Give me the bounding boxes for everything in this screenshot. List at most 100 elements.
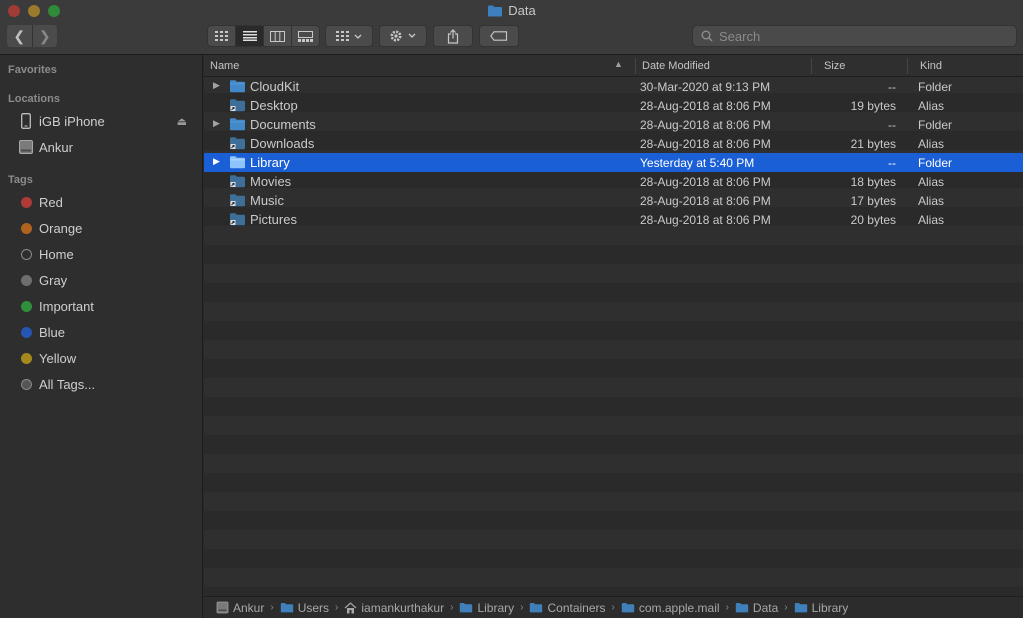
columns-icon [270, 30, 285, 42]
column-divider[interactable] [907, 58, 908, 74]
column-header-name[interactable]: Name [210, 60, 239, 72]
path-crumb[interactable]: iamankurthakur [344, 601, 444, 615]
hard-drive-icon [216, 601, 229, 614]
path-crumb[interactable]: Library [459, 601, 514, 615]
path-crumb[interactable]: Library [794, 600, 849, 615]
share-icon [447, 28, 459, 44]
disclosure-triangle-icon[interactable]: ▶ [213, 80, 220, 91]
sidebar-item-ankur[interactable]: Ankur [17, 137, 197, 157]
search-icon [701, 30, 713, 42]
column-header-size[interactable]: Size [824, 60, 845, 72]
sidebar-item-label: iGB iPhone [39, 113, 105, 129]
column-header-kind[interactable]: Kind [920, 60, 942, 72]
edit-tags-button-inner[interactable] [480, 26, 518, 46]
group-by-menu-button[interactable] [325, 25, 373, 47]
sidebar-tag-blue[interactable]: Blue [17, 322, 197, 342]
file-size: -- [888, 156, 896, 170]
path-crumb-label: Users [297, 600, 330, 615]
file-kind: Folder [918, 156, 953, 170]
gallery-view-button[interactable] [291, 26, 319, 46]
folder-icon [280, 602, 294, 613]
file-date-modified: 28-Aug-2018 at 8:06 PM [640, 118, 771, 132]
column-header: Name ▲ Date Modified Size Kind [204, 55, 1023, 77]
file-name: Downloads [250, 136, 315, 151]
file-size: -- [888, 80, 896, 94]
file-kind: Alias [918, 175, 945, 189]
sidebar-all-tags[interactable]: All Tags... [17, 374, 197, 394]
sidebar-tag-orange[interactable]: Orange [17, 218, 197, 238]
eject-icon[interactable]: ⏏ [177, 115, 187, 128]
sidebar-item-label: Red [39, 194, 63, 210]
chevron-right-icon: › [520, 602, 524, 613]
path-crumb[interactable]: Data [735, 601, 778, 615]
icon-view-button[interactable] [208, 26, 235, 46]
home-icon [344, 601, 357, 614]
folder-icon [621, 602, 635, 613]
path-crumb-label: Library [811, 600, 849, 615]
sidebar-item-label: Blue [39, 324, 66, 340]
action-button[interactable] [380, 26, 426, 46]
file-name: Library [250, 155, 290, 170]
file-date-modified: Yesterday at 5:40 PM [640, 156, 755, 170]
file-row[interactable]: ▶ CloudKit 30-Mar-2020 at 9:13 PM -- Folder [204, 77, 1023, 96]
sidebar-tag-red[interactable]: Red [17, 192, 197, 212]
orange-tag-dot-icon [20, 222, 32, 234]
back-button[interactable]: ❮ [7, 25, 32, 47]
window-toolbar: Data ❮ ❯ [0, 0, 1023, 55]
view-mode-segmented-control [207, 25, 320, 47]
sidebar-tag-gray[interactable]: Gray [17, 270, 197, 290]
file-date-modified: 28-Aug-2018 at 8:06 PM [640, 213, 771, 227]
file-name: CloudKit [250, 79, 300, 94]
column-header-date[interactable]: Date Modified [642, 60, 710, 72]
column-divider[interactable] [811, 58, 812, 74]
disclosure-triangle-icon[interactable]: ▶ [213, 156, 220, 167]
sidebar-tag-important[interactable]: Important [17, 296, 197, 316]
folder-icon [229, 79, 246, 96]
file-kind: Alias [918, 137, 945, 151]
sidebar-tag-yellow[interactable]: Yellow [17, 348, 197, 368]
file-row[interactable]: Pictures 28-Aug-2018 at 8:06 PM 20 bytes Al… [204, 210, 1023, 229]
sidebar-tag-home[interactable]: Home [17, 244, 197, 264]
file-row[interactable]: Music 28-Aug-2018 at 8:06 PM 17 bytes Alias [204, 191, 1023, 210]
file-row[interactable]: ▶ Documents 28-Aug-2018 at 8:06 PM -- Folder [204, 115, 1023, 134]
all-tags-icon [20, 378, 32, 390]
path-crumb[interactable]: Users [280, 601, 329, 615]
sidebar-item-label: Home [39, 246, 74, 262]
path-crumb[interactable]: Containers [529, 601, 606, 615]
column-divider[interactable] [635, 58, 636, 74]
file-kind: Alias [918, 194, 945, 208]
search-input[interactable] [717, 27, 1016, 45]
share-button[interactable] [433, 25, 473, 47]
file-row[interactable]: ▶ Library Yesterday at 5:40 PM -- Folder [204, 153, 1023, 172]
search-field[interactable] [692, 25, 1017, 47]
file-row[interactable]: Downloads 28-Aug-2018 at 8:06 PM 21 bytes A… [204, 134, 1023, 153]
forward-button[interactable]: ❯ [31, 25, 57, 47]
file-row[interactable]: Movies 28-Aug-2018 at 8:06 PM 18 bytes Alia… [204, 172, 1023, 191]
share-button-inner[interactable] [434, 26, 472, 46]
alias-folder-icon [229, 174, 246, 191]
sidebar-item-iphone[interactable]: iGB iPhone ⏏ [17, 111, 197, 131]
grid-icon [214, 31, 228, 41]
path-crumb[interactable]: com.apple.mail [621, 601, 720, 615]
chevron-right-icon: › [784, 602, 788, 613]
edit-tags-button[interactable] [479, 25, 519, 47]
file-kind: Alias [918, 99, 945, 113]
file-kind: Folder [918, 118, 953, 132]
file-kind: Alias [918, 213, 945, 227]
group-by-button[interactable] [326, 26, 372, 46]
folder-icon [735, 602, 749, 613]
sidebar-item-label: All Tags... [39, 376, 96, 392]
file-size: -- [888, 118, 896, 132]
list-view-button[interactable] [235, 26, 263, 46]
chevron-right-icon: › [450, 602, 454, 613]
path-crumb[interactable]: Ankur [216, 601, 264, 615]
action-menu-button[interactable] [379, 25, 427, 47]
file-name: Desktop [250, 98, 298, 113]
path-crumb-label: Data [752, 600, 779, 615]
file-list: Name ▲ Date Modified Size Kind ▶ CloudKit… [204, 55, 1023, 596]
disclosure-triangle-icon[interactable]: ▶ [213, 118, 220, 129]
column-view-button[interactable] [263, 26, 291, 46]
path-crumb-label: com.apple.mail [638, 600, 720, 615]
file-row[interactable]: Desktop 28-Aug-2018 at 8:06 PM 19 bytes Ali… [204, 96, 1023, 115]
file-date-modified: 28-Aug-2018 at 8:06 PM [640, 99, 771, 113]
